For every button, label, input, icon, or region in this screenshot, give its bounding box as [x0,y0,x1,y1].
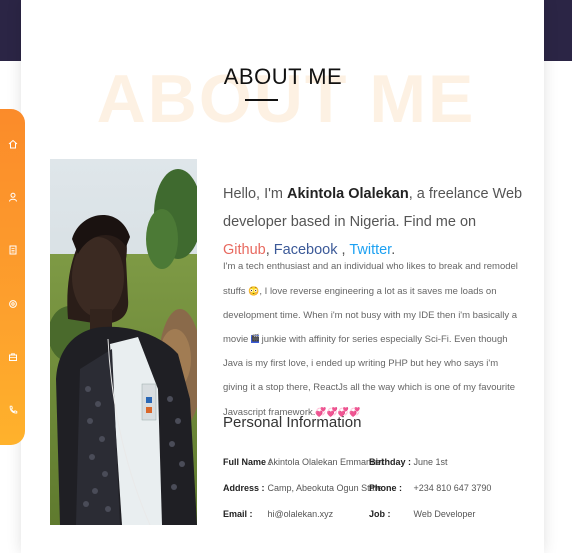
nav-contact[interactable] [4,401,22,419]
section-title: ABOUT ME [223,64,343,89]
info-row-phone: Phone : +234 810 647 3790 [369,483,491,503]
nav-home[interactable] [4,135,22,153]
intro-greeting: Hello, I'm [223,186,288,202]
bio-text: junkie with affinity for series especial… [223,334,515,418]
resume-icon [9,245,16,255]
side-nav [0,109,25,445]
info-label: Birthday : [369,457,412,467]
briefcase-icon [8,353,17,361]
nav-services[interactable] [4,295,22,313]
info-value: Akintola Olalekan Emmanuel [267,457,384,467]
info-label: Full Name : [223,457,272,467]
nav-portfolio[interactable] [4,348,22,366]
user-icon [8,192,17,202]
info-row-birthday: Birthday : June 1st [369,457,448,477]
title-underline [245,99,278,101]
info-value: Camp, Abeokuta Ogun State [267,483,383,493]
phone-icon [9,406,17,414]
info-row-job: Job : Web Developer [369,509,475,529]
nav-resume[interactable] [4,241,22,259]
profile-photo [50,159,197,525]
bio-paragraph: I'm a tech enthusiast and an individual … [223,255,523,425]
home-icon [8,139,17,149]
email-value[interactable]: hi@olalekan.xyz [268,509,334,519]
flushed-emoji-icon: 😳 [248,286,260,296]
info-label: Address : [223,483,265,493]
info-value: June 1st [413,457,448,467]
movie-emoji-icon: 🎬 [250,335,260,344]
intro-paragraph: Hello, I'm Akintola Olalekan, a freelanc… [223,180,523,264]
settings-icon [8,299,17,308]
info-label: Job : [369,509,391,519]
info-value: Web Developer [413,509,476,519]
info-row-email: Email : hi@olalekan.xyz [223,509,333,529]
nav-about[interactable] [4,188,22,206]
info-label: Phone : [369,483,402,493]
personal-info-heading: Personal Information [223,414,362,431]
info-row-fullname: Full Name : Akintola Olalekan Emmanuel [223,457,383,477]
intro-name: Akintola Olalekan [287,186,409,202]
info-row-address: Address : Camp, Abeokuta Ogun State [223,483,382,503]
info-value: +234 810 647 3790 [413,483,492,493]
info-label: Email : [223,509,253,519]
